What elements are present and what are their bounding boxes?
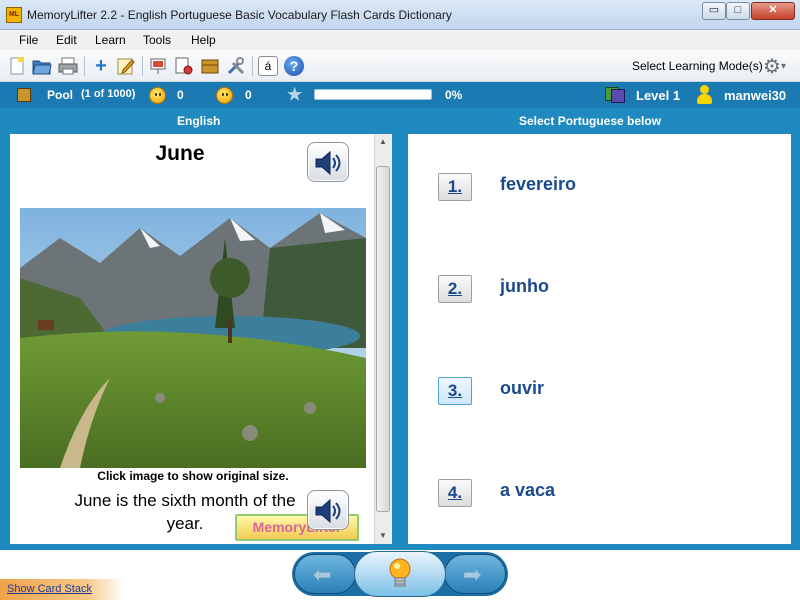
user-name: manwei30 <box>724 88 787 103</box>
question-word: June <box>155 142 205 165</box>
new-icon[interactable] <box>7 56 27 76</box>
answer-1-text[interactable]: fevereiro <box>500 174 576 195</box>
correct-smiley-icon <box>149 87 166 104</box>
answer-column-title: Select Portuguese below <box>519 114 662 128</box>
correct-count: 0 <box>177 88 184 102</box>
special-char-icon[interactable]: á <box>258 56 278 76</box>
close-button[interactable]: ✕ <box>751 2 795 20</box>
scroll-down-arrow[interactable]: ▼ <box>376 530 390 542</box>
answer-2-text[interactable]: junho <box>500 276 549 297</box>
play-sentence-audio-button[interactable] <box>307 490 349 530</box>
menu-help[interactable]: Help <box>191 33 216 47</box>
answer-2-button[interactable]: 2. <box>438 275 472 303</box>
open-icon[interactable] <box>32 56 52 76</box>
toolbar: + á ? Select Learning Mode(s) <box>0 50 800 82</box>
select-learning-mode-label[interactable]: Select Learning Mode(s) <box>632 59 763 73</box>
menu-edit[interactable]: Edit <box>56 33 77 47</box>
add-card-icon[interactable]: + <box>91 55 111 77</box>
chevron-down-icon: ▾ <box>780 61 786 72</box>
toolbar-separator <box>142 56 143 76</box>
menu-file[interactable]: File <box>19 33 38 47</box>
lightbulb-icon <box>389 558 411 587</box>
question-column-title: English <box>177 114 221 128</box>
toolbar-separator <box>84 56 85 76</box>
menu-learn[interactable]: Learn <box>95 33 126 47</box>
wrong-smiley-icon <box>216 87 233 104</box>
speaker-icon <box>315 498 341 524</box>
window-title: MemoryLifter 2.2 - English Portuguese Ba… <box>27 8 452 22</box>
image-caption: Click image to show original size. <box>97 469 289 483</box>
progress-percent: 0% <box>445 88 463 102</box>
print-icon[interactable] <box>58 56 78 76</box>
answer-3-text[interactable]: ouvir <box>500 378 544 399</box>
settings-tools-icon[interactable] <box>226 56 246 76</box>
scroll-thumb[interactable] <box>376 166 390 512</box>
scroll-up-arrow[interactable]: ▲ <box>376 136 390 148</box>
arrow-left-icon: ⬅ <box>313 562 332 587</box>
learning-progress-bar <box>314 89 432 100</box>
show-card-stack-link[interactable]: Show Card Stack <box>0 579 124 600</box>
menu-tools[interactable]: Tools <box>143 33 171 47</box>
pool-label: Pool <box>47 88 73 102</box>
user-icon <box>697 85 712 105</box>
pool-count: (1 of 1000) <box>81 88 136 100</box>
edit-icon[interactable] <box>116 56 136 76</box>
menu-bar: File Edit Learn Tools Help <box>0 30 800 50</box>
star-icon: ★ <box>287 85 303 104</box>
answer-3-button[interactable]: 3. <box>438 377 472 405</box>
answer-1-button[interactable]: 1. <box>438 173 472 201</box>
box-icon[interactable] <box>200 56 220 76</box>
presentation-icon[interactable] <box>148 56 168 76</box>
toolbar-separator <box>252 56 253 76</box>
arrow-right-icon: ➡ <box>463 562 482 587</box>
app-logo-icon: ML <box>6 7 22 23</box>
answer-4-button[interactable]: 4. <box>438 479 472 507</box>
previous-card-button[interactable]: ⬅ <box>294 554 356 594</box>
pool-box-icon <box>17 88 31 102</box>
learning-mode-gear-icon[interactable]: ⚙▾ <box>763 56 786 78</box>
show-card-stack-label[interactable]: Show Card Stack <box>7 583 92 595</box>
help-icon[interactable]: ? <box>284 56 304 76</box>
level-label: Level 1 <box>636 88 681 103</box>
question-image[interactable] <box>20 208 366 468</box>
level-boxes-icon <box>605 85 625 103</box>
maximize-button[interactable]: □ <box>726 2 750 20</box>
minimize-button[interactable]: ▭ <box>702 2 726 20</box>
title-bar: ML MemoryLifter 2.2 - English Portuguese… <box>0 0 800 30</box>
play-word-audio-button[interactable] <box>307 142 349 182</box>
wrong-count: 0 <box>245 88 252 102</box>
speaker-icon <box>315 150 341 176</box>
statistics-icon[interactable] <box>174 56 194 76</box>
next-card-button[interactable]: ➡ <box>444 554 506 594</box>
answer-4-text[interactable]: a vaca <box>500 480 555 501</box>
